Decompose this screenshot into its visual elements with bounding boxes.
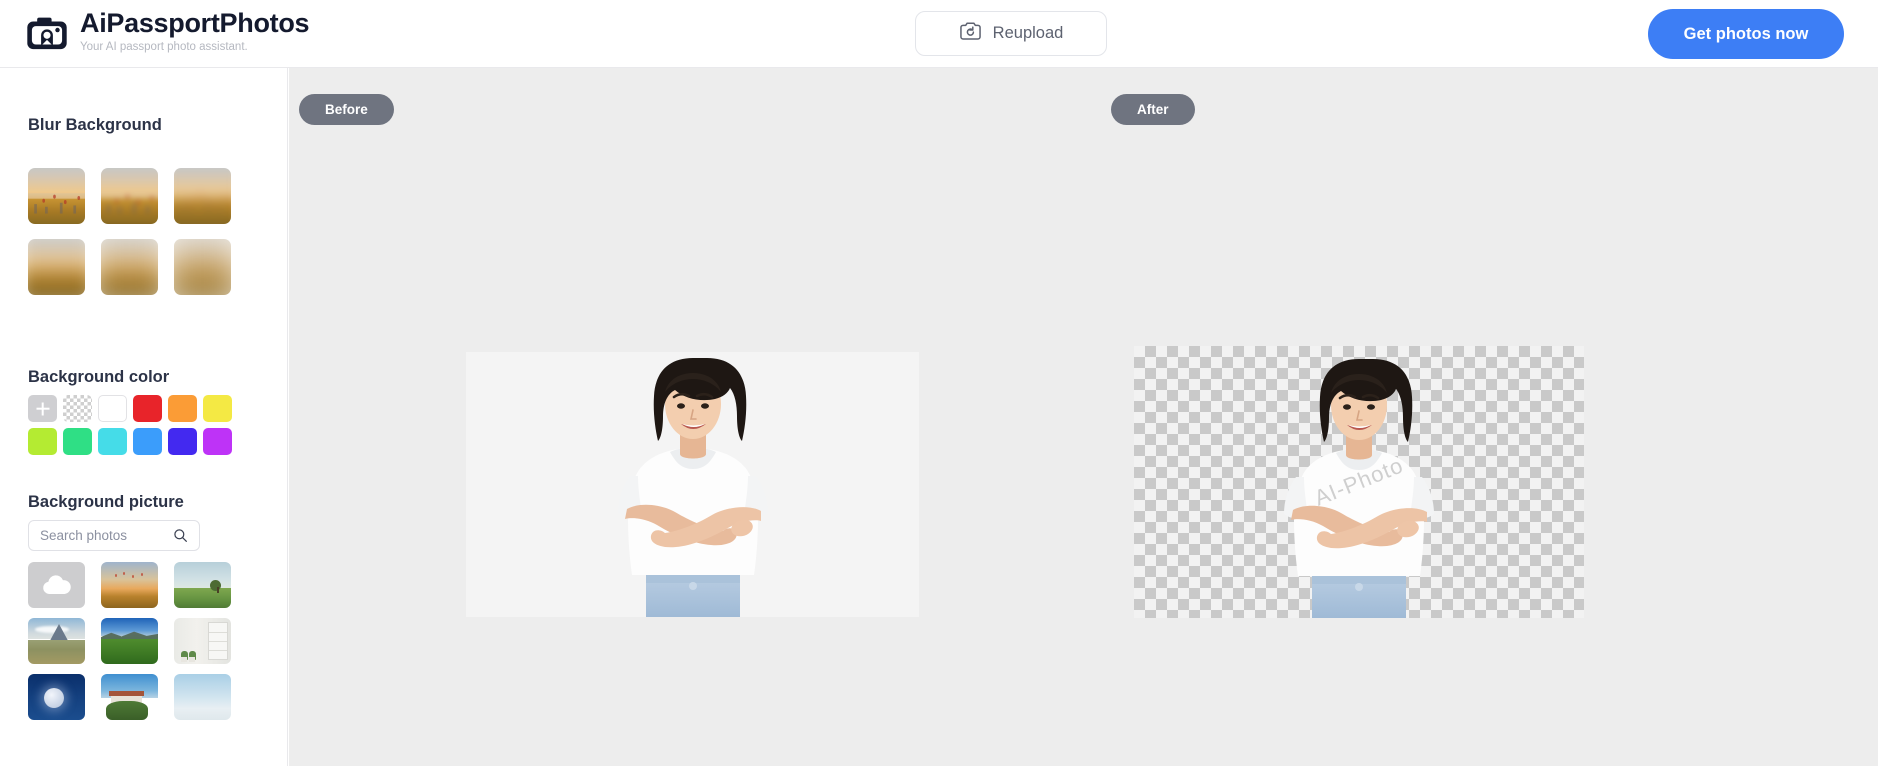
cloud-upload-icon (42, 575, 71, 594)
blur-level-3[interactable] (28, 239, 85, 295)
before-image[interactable] (466, 352, 919, 617)
blur-level-4[interactable] (101, 239, 158, 295)
photo-lone-tree-field[interactable] (174, 562, 231, 608)
get-photos-now-button[interactable]: Get photos now (1648, 9, 1844, 59)
color-swatch-add-custom-color[interactable] (28, 395, 57, 422)
portrait-cutout (1284, 359, 1434, 618)
background-picture-grid (28, 562, 231, 720)
color-swatch-red[interactable] (133, 395, 162, 422)
app-title: AiPassportPhotos (80, 8, 310, 38)
photo-mountain-peak[interactable] (28, 618, 85, 664)
photo-house-garden[interactable] (101, 674, 158, 720)
color-swatch-yellow[interactable] (203, 395, 232, 422)
color-swatch-white[interactable] (98, 395, 127, 422)
after-label-pill[interactable]: After (1111, 94, 1195, 125)
photo-moon-night[interactable] (28, 674, 85, 720)
color-swatch-indigo[interactable] (168, 428, 197, 455)
sidebar: Blur Background Background color Backgro… (0, 68, 288, 766)
before-label-pill[interactable]: Before (299, 94, 394, 125)
brand-text: AiPassportPhotos Your AI passport photo … (80, 8, 310, 54)
color-swatch-cyan[interactable] (98, 428, 127, 455)
app-tagline: Your AI passport photo assistant. (80, 41, 248, 53)
background-color-swatches (28, 395, 232, 455)
blur-background-heading: Blur Background (28, 116, 162, 134)
brand: AiPassportPhotos Your AI passport photo … (26, 8, 310, 54)
color-swatch-transparent[interactable] (63, 395, 92, 422)
color-swatch-magenta[interactable] (203, 428, 232, 455)
camera-icon (26, 11, 68, 53)
preview-canvas: Before After AI-Photo (289, 68, 1878, 766)
magnifier-icon[interactable] (165, 528, 195, 543)
photo-sunset-city[interactable] (101, 562, 158, 608)
app-header: AiPassportPhotos Your AI passport photo … (0, 0, 1878, 68)
background-color-heading: Background color (28, 368, 170, 386)
upload-photo[interactable] (28, 562, 85, 608)
blur-level-2[interactable] (174, 168, 231, 224)
photo-indoor-shelf[interactable] (174, 618, 231, 664)
search-photos-box (28, 520, 200, 551)
color-swatch-lime[interactable] (28, 428, 57, 455)
blur-background-grid (28, 168, 231, 295)
photo-blue-sky[interactable] (174, 674, 231, 720)
blur-level-0[interactable] (28, 168, 85, 224)
blur-level-1[interactable] (101, 168, 158, 224)
reupload-label: Reupload (992, 24, 1064, 42)
camera-refresh-icon (959, 21, 982, 46)
reupload-button[interactable]: Reupload (915, 11, 1107, 56)
color-swatch-blue[interactable] (133, 428, 162, 455)
search-input[interactable] (29, 521, 165, 550)
background-picture-heading: Background picture (28, 493, 184, 511)
color-swatch-green[interactable] (63, 428, 92, 455)
blur-level-5[interactable] (174, 239, 231, 295)
after-image[interactable]: AI-Photo (1134, 346, 1584, 618)
photo-green-hills[interactable] (101, 618, 158, 664)
portrait-original (561, 352, 824, 617)
color-swatch-orange[interactable] (168, 395, 197, 422)
